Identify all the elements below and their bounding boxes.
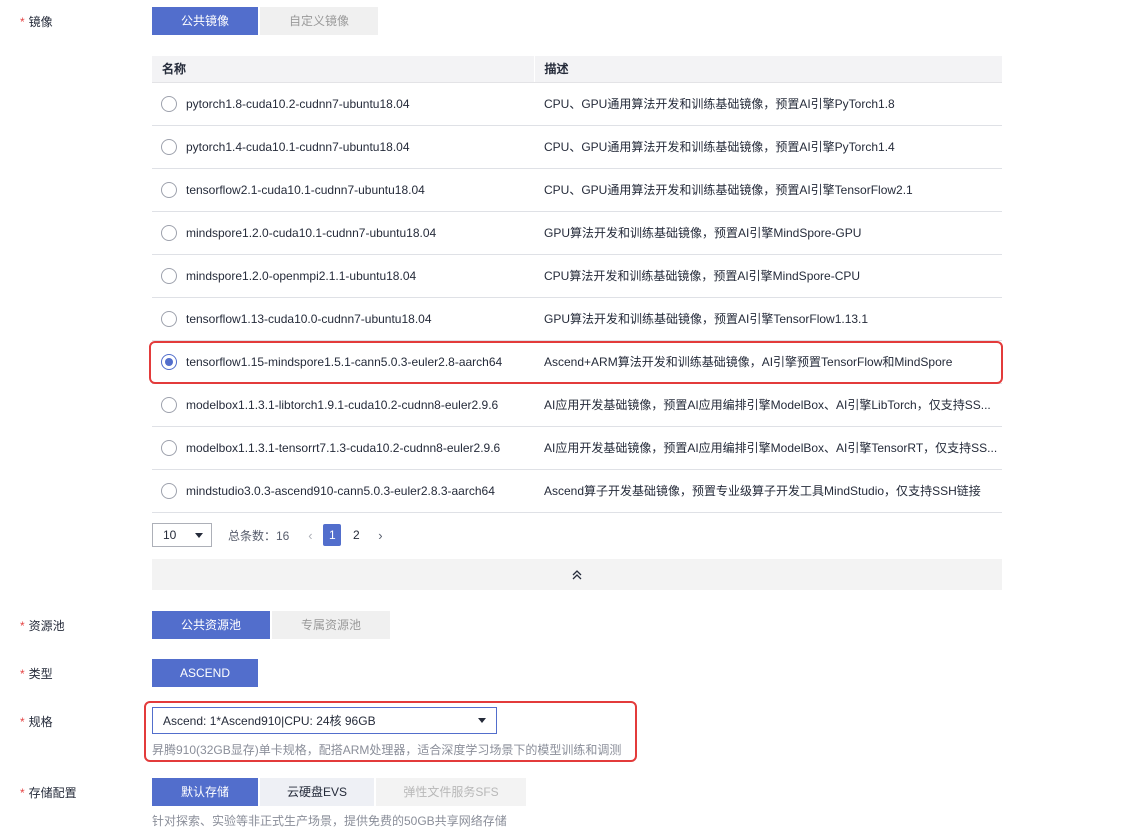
- required-mark: *: [20, 619, 25, 633]
- next-page-icon[interactable]: ›: [373, 528, 387, 543]
- storage-tabs: 默认存储 云硬盘EVS 弹性文件服务SFS: [152, 778, 526, 806]
- image-desc: AI应用开发基础镜像，预置AI应用编排引擎ModelBox、AI引擎LibTor…: [534, 383, 1002, 427]
- image-desc: GPU算法开发和训练基础镜像，预置AI引擎TensorFlow1.13.1: [534, 297, 1002, 341]
- total-count: 总条数：16: [228, 528, 290, 543]
- table-row-selected[interactable]: tensorflow1.15-mindspore1.5.1-cann5.0.3-…: [152, 340, 1002, 384]
- image-source-tabs: 公共镜像 自定义镜像: [152, 7, 378, 35]
- image-desc: Ascend算子开发基础镜像，预置专业级算子开发工具MindStudio，仅支持…: [534, 469, 1002, 513]
- radio-button[interactable]: [161, 95, 177, 112]
- radio-button[interactable]: [161, 310, 177, 327]
- image-name: tensorflow2.1-cuda10.1-cudnn7-ubuntu18.0…: [186, 182, 425, 197]
- radio-button[interactable]: [161, 181, 177, 198]
- collapse-bar[interactable]: [152, 559, 1002, 590]
- storage-label: * 存储配置: [20, 786, 77, 800]
- table-row[interactable]: tensorflow1.13-cuda10.0-cudnn7-ubuntu18.…: [152, 297, 1002, 341]
- table-row[interactable]: modelbox1.1.3.1-tensorrt7.1.3-cuda10.2-c…: [152, 426, 1002, 470]
- column-header-name: 名称: [152, 56, 534, 83]
- chevron-down-icon: [195, 532, 203, 538]
- storage-hint: 针对探索、实验等非正式生产场景，提供免费的50GB共享网络存储: [152, 814, 507, 828]
- ascend-type-button[interactable]: ASCEND: [152, 659, 258, 687]
- image-name: tensorflow1.15-mindspore1.5.1-cann5.0.3-…: [186, 354, 503, 369]
- image-desc: GPU算法开发和训练基础镜像，预置AI引擎MindSpore-GPU: [534, 211, 1002, 255]
- spec-select[interactable]: Ascend: 1*Ascend910|CPU: 24核 96GB: [152, 707, 497, 734]
- image-desc: CPU、GPU通用算法开发和训练基础镜像，预置AI引擎TensorFlow2.1: [534, 168, 1002, 212]
- radio-button[interactable]: [161, 138, 177, 155]
- table-row[interactable]: mindspore1.2.0-openmpi2.1.1-ubuntu18.04 C…: [152, 254, 1002, 298]
- image-table: 名称 描述 pytorch1.8-cuda10.2-cudnn7-ubuntu1…: [152, 56, 1002, 513]
- public-pool-tab[interactable]: 公共资源池: [152, 611, 270, 639]
- pool-tabs: 公共资源池 专属资源池: [152, 611, 390, 639]
- radio-button[interactable]: [161, 267, 177, 284]
- image-name: mindspore1.2.0-openmpi2.1.1-ubuntu18.04: [186, 268, 417, 283]
- image-desc: Ascend+ARM算法开发和训练基础镜像，AI引擎预置TensorFlow和M…: [534, 340, 1002, 384]
- table-row[interactable]: pytorch1.4-cuda10.1-cudnn7-ubuntu18.04 CP…: [152, 125, 1002, 169]
- radio-button-checked[interactable]: [161, 353, 177, 370]
- spec-label: * 规格: [20, 715, 53, 729]
- required-mark: *: [20, 667, 25, 681]
- page-1[interactable]: 1: [323, 524, 342, 546]
- pool-label: * 资源池: [20, 619, 65, 633]
- image-desc: CPU算法开发和训练基础镜像，预置AI引擎MindSpore-CPU: [534, 254, 1002, 298]
- image-name: tensorflow1.13-cuda10.0-cudnn7-ubuntu18.…: [186, 311, 432, 326]
- image-name: mindstudio3.0.3-ascend910-cann5.0.3-eule…: [186, 483, 495, 498]
- image-name: pytorch1.8-cuda10.2-cudnn7-ubuntu18.04: [186, 96, 410, 111]
- pagination: 10 总条数：16 ‹ 1 2 ›: [152, 523, 387, 547]
- public-image-tab[interactable]: 公共镜像: [152, 7, 258, 35]
- default-storage-tab[interactable]: 默认存储: [152, 778, 258, 806]
- prev-page-icon[interactable]: ‹: [303, 528, 317, 543]
- type-label: * 类型: [20, 667, 53, 681]
- dedicated-pool-tab[interactable]: 专属资源池: [272, 611, 390, 639]
- spec-hint: 昇腾910(32GB显存)单卡规格，配搭ARM处理器，适合深度学习场景下的模型训…: [152, 743, 622, 757]
- type-tabs: ASCEND: [152, 659, 258, 687]
- chevron-down-icon: [478, 718, 486, 723]
- table-row[interactable]: tensorflow2.1-cuda10.1-cudnn7-ubuntu18.0…: [152, 168, 1002, 212]
- image-desc: AI应用开发基础镜像，预置AI应用编排引擎ModelBox、AI引擎Tensor…: [534, 426, 1002, 470]
- radio-button[interactable]: [161, 482, 177, 499]
- spec-value: Ascend: 1*Ascend910|CPU: 24核 96GB: [163, 714, 376, 728]
- table-row[interactable]: modelbox1.1.3.1-libtorch1.9.1-cuda10.2-c…: [152, 383, 1002, 427]
- image-name: modelbox1.1.3.1-tensorrt7.1.3-cuda10.2-c…: [186, 440, 501, 455]
- image-name: pytorch1.4-cuda10.1-cudnn7-ubuntu18.04: [186, 139, 410, 154]
- page-size-value: 10: [163, 528, 177, 542]
- table-row[interactable]: mindspore1.2.0-cuda10.1-cudnn7-ubuntu18.…: [152, 211, 1002, 255]
- radio-button[interactable]: [161, 439, 177, 456]
- image-desc: CPU、GPU通用算法开发和训练基础镜像，预置AI引擎PyTorch1.4: [534, 125, 1002, 169]
- required-mark: *: [20, 15, 25, 29]
- image-desc: CPU、GPU通用算法开发和训练基础镜像，预置AI引擎PyTorch1.8: [534, 82, 1002, 126]
- page-2[interactable]: 2: [347, 524, 365, 546]
- custom-image-tab[interactable]: 自定义镜像: [260, 7, 378, 35]
- required-mark: *: [20, 786, 25, 800]
- evs-storage-tab[interactable]: 云硬盘EVS: [260, 778, 374, 806]
- table-row[interactable]: mindstudio3.0.3-ascend910-cann5.0.3-eule…: [152, 469, 1002, 513]
- image-name: modelbox1.1.3.1-libtorch1.9.1-cuda10.2-c…: [186, 397, 499, 412]
- required-mark: *: [20, 715, 25, 729]
- double-chevron-up-icon: [572, 569, 582, 579]
- image-label: * 镜像: [20, 15, 53, 29]
- table-header: 名称 描述: [152, 56, 1002, 83]
- radio-button[interactable]: [161, 224, 177, 241]
- image-name: mindspore1.2.0-cuda10.1-cudnn7-ubuntu18.…: [186, 225, 437, 240]
- column-header-desc: 描述: [533, 56, 1002, 83]
- table-row[interactable]: pytorch1.8-cuda10.2-cudnn7-ubuntu18.04 CP…: [152, 82, 1002, 126]
- sfs-storage-tab[interactable]: 弹性文件服务SFS: [376, 778, 526, 806]
- radio-button[interactable]: [161, 396, 177, 413]
- page-size-select[interactable]: 10: [152, 523, 212, 547]
